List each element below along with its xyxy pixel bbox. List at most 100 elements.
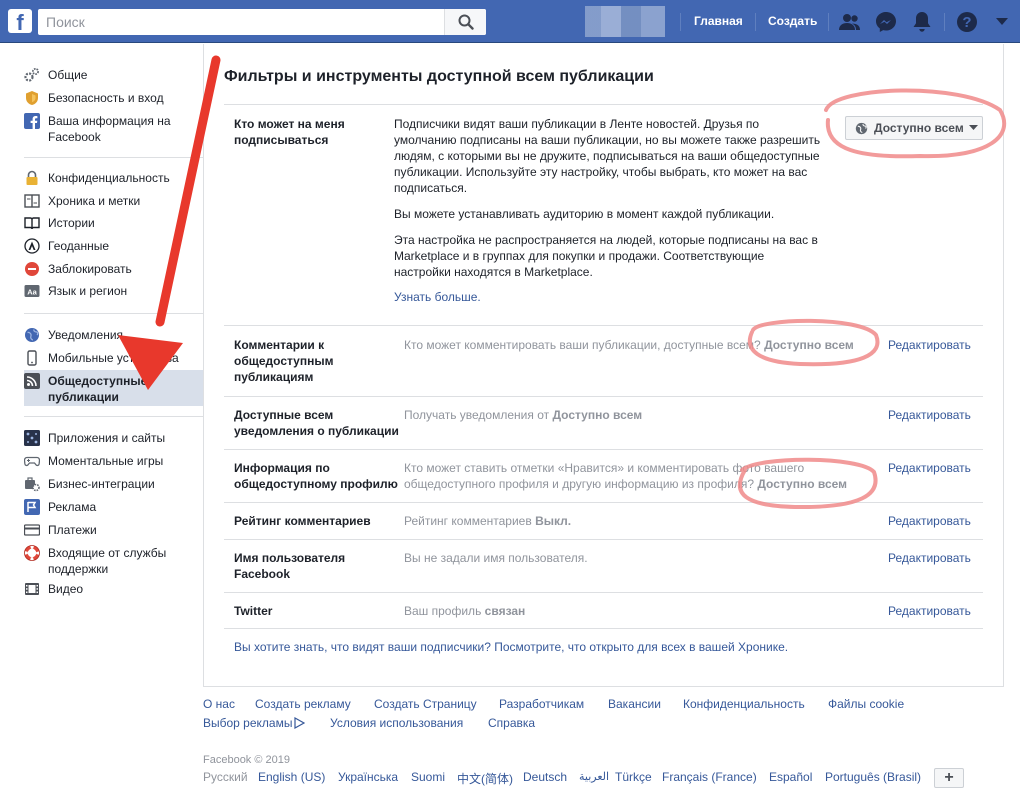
svg-text:Aa: Aa: [27, 287, 37, 296]
language-link[interactable]: Français (France): [662, 770, 757, 784]
footer-link-help[interactable]: Справка: [488, 716, 535, 730]
sidebar-item-label: Ваша информация на Facebook: [48, 114, 171, 144]
edit-public-profile-info-link[interactable]: Редактировать: [888, 461, 971, 475]
footer-link-careers[interactable]: Вакансии: [608, 697, 661, 711]
twitter-description: Ваш профиль связан: [404, 603, 525, 619]
sidebar-divider: [24, 157, 203, 158]
help-question-icon[interactable]: ?: [955, 10, 979, 34]
sidebar-item-notifications[interactable]: Уведомления: [24, 324, 204, 345]
sidebar-divider: [24, 416, 203, 417]
facebook-logo-icon[interactable]: f: [8, 9, 32, 33]
footer-link-about[interactable]: О нас: [203, 697, 235, 711]
public-profile-info-description: Кто может ставить отметки «Нравится» и к…: [404, 460, 847, 492]
business-gear-icon: [24, 476, 40, 492]
sidebar-item-location[interactable]: Геоданные: [24, 235, 204, 256]
edit-public-notifications-link[interactable]: Редактировать: [888, 408, 971, 422]
sidebar-item-blocking[interactable]: Заблокировать: [24, 258, 204, 279]
more-languages-button[interactable]: +: [934, 768, 964, 788]
learn-more-link[interactable]: Узнать больше.: [394, 290, 481, 304]
sidebar-item-label: Бизнес-интеграции: [48, 476, 155, 491]
language-link[interactable]: 中文(简体): [457, 770, 513, 787]
sidebar-item-video[interactable]: Видео: [24, 578, 204, 599]
edit-public-comments-link[interactable]: Редактировать: [888, 338, 971, 352]
language-link[interactable]: English (US): [258, 770, 325, 784]
section-divider: [224, 539, 983, 540]
timeline-icon: [24, 193, 40, 209]
home-link[interactable]: Главная: [694, 0, 743, 43]
section-divider: [224, 449, 983, 450]
friends-icon[interactable]: [838, 10, 862, 34]
description-text: Рейтинг комментариев: [404, 514, 532, 528]
current-value: Выкл.: [535, 514, 572, 528]
public-profile-info-label: Информация по общедоступному профилю: [234, 461, 398, 491]
language-link[interactable]: Türkçe: [615, 770, 652, 784]
ads-flag-icon: [24, 498, 40, 515]
search-button[interactable]: [444, 9, 486, 35]
sidebar-item-general[interactable]: Общие: [24, 64, 204, 85]
sidebar-item-your-info[interactable]: Ваша информация на Facebook: [24, 110, 204, 146]
footer-link-create-ad[interactable]: Создать рекламу: [255, 697, 351, 711]
footer-link-developers[interactable]: Разработчикам: [499, 697, 584, 711]
language-link[interactable]: Português (Brasil): [825, 770, 921, 784]
copyright: Facebook © 2019: [203, 754, 290, 766]
sidebar-item-apps[interactable]: Приложения и сайты: [24, 427, 204, 448]
section-divider: [224, 396, 983, 397]
comment-ranking-description: Рейтинг комментариев Выкл.: [404, 513, 571, 529]
sidebar-item-label: Мобильные устройства: [48, 350, 179, 365]
current-language: Русский: [203, 770, 248, 784]
edit-username-link[interactable]: Редактировать: [888, 551, 971, 565]
view-as-followers-link[interactable]: Вы хотите знать, что видят ваши подписчи…: [234, 640, 788, 654]
sidebar-item-privacy[interactable]: Конфиденциальность: [24, 167, 204, 188]
sidebar-item-instant-games[interactable]: Моментальные игры: [24, 450, 204, 471]
sidebar-item-stories[interactable]: Истории: [24, 212, 204, 233]
facebook-square-icon: [24, 113, 40, 129]
notifications-bell-icon[interactable]: [910, 10, 934, 34]
account-menu-chevron-down-icon[interactable]: [990, 10, 1014, 34]
video-film-icon: [24, 581, 40, 597]
public-notifications-description: Получать уведомления от Доступно всем: [404, 407, 642, 423]
divider: [680, 13, 681, 31]
language-link[interactable]: العربية: [579, 770, 609, 783]
public-comments-description: Кто может комментировать ваши публикации…: [404, 337, 854, 353]
rss-feed-icon: [24, 373, 40, 389]
search-box: [38, 9, 486, 35]
footer-link-privacy[interactable]: Конфиденциальность: [683, 697, 805, 711]
footer-link-ad-choices[interactable]: Выбор рекламы: [203, 716, 306, 730]
footer-link-terms[interactable]: Условия использования: [330, 716, 463, 730]
edit-comment-ranking-link[interactable]: Редактировать: [888, 514, 971, 528]
gamepad-icon: [24, 453, 40, 469]
footer-link-cookies[interactable]: Файлы cookie: [828, 697, 904, 711]
follow-description-p3: Эта настройка не распространяется на люд…: [394, 233, 818, 279]
current-value: связан: [484, 604, 526, 618]
ad-choices-icon: [294, 717, 306, 729]
create-link[interactable]: Создать: [768, 0, 817, 43]
language-link[interactable]: Suomi: [411, 770, 445, 784]
follow-description-p1: Подписчики видят ваши публикации в Ленте…: [394, 117, 821, 195]
messenger-icon[interactable]: [874, 10, 898, 34]
footer-link-create-page[interactable]: Создать Страницу: [374, 697, 477, 711]
language-icon: Aa: [24, 283, 40, 299]
book-icon: [24, 215, 40, 231]
sidebar-item-label: Безопасность и вход: [48, 90, 164, 105]
sidebar-item-label: Приложения и сайты: [48, 430, 166, 445]
sidebar-item-timeline[interactable]: Хроника и метки: [24, 190, 204, 211]
search-input[interactable]: [38, 9, 448, 35]
section-divider: [224, 592, 983, 593]
language-link[interactable]: Español: [769, 770, 812, 784]
audience-selector-button[interactable]: Доступно всем: [845, 116, 983, 140]
user-profile-pixelated[interactable]: [585, 6, 665, 37]
language-link[interactable]: Deutsch: [523, 770, 567, 784]
mobile-phone-icon: [24, 349, 40, 366]
sidebar-item-public-posts[interactable]: Общедоступные публикации: [24, 370, 204, 406]
sidebar-item-support-inbox[interactable]: Входящие от службы поддержки: [24, 542, 204, 578]
public-comments-label: Комментарии к общедоступным публикациям: [234, 338, 334, 384]
sidebar-item-payments[interactable]: Платежи: [24, 519, 204, 540]
sidebar-item-mobile[interactable]: Мобильные устройства: [24, 347, 204, 368]
language-link[interactable]: Українська: [338, 770, 398, 784]
follow-description-p2: Вы можете устанавливать аудиторию в моме…: [394, 207, 775, 221]
sidebar-item-business-integrations[interactable]: Бизнес-интеграции: [24, 473, 204, 494]
sidebar-item-security[interactable]: Безопасность и вход: [24, 87, 204, 108]
sidebar-item-ads[interactable]: Реклама: [24, 496, 204, 517]
edit-twitter-link[interactable]: Редактировать: [888, 604, 971, 618]
sidebar-item-language[interactable]: Aa Язык и регион: [24, 280, 204, 301]
